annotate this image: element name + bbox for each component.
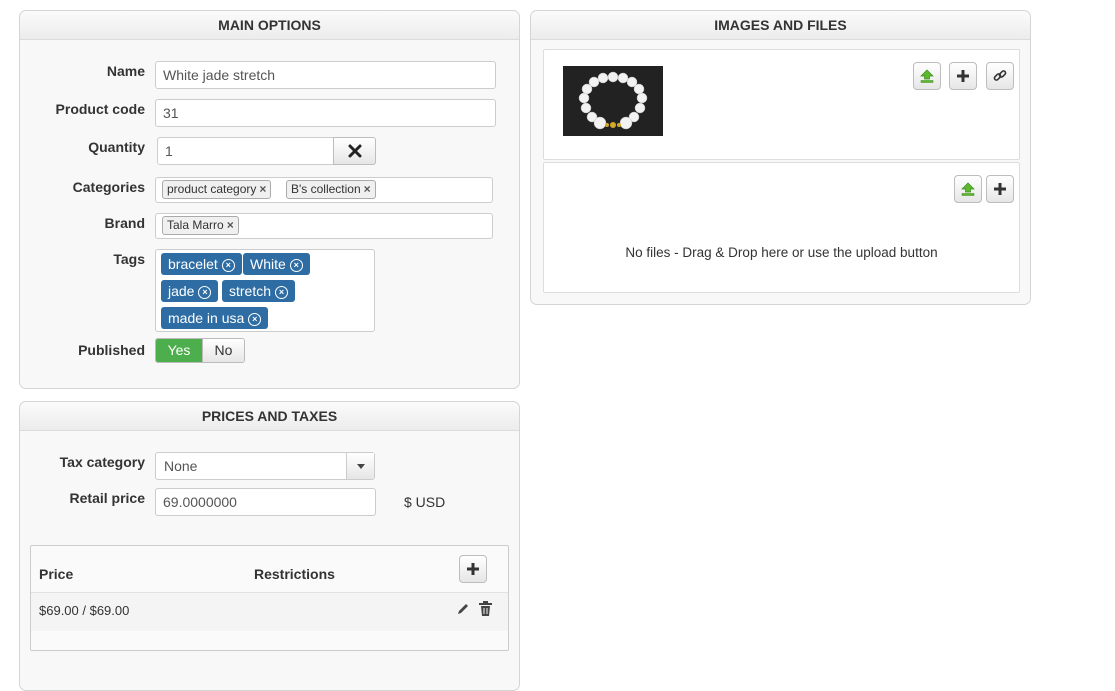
retail-price-label: Retail price	[69, 490, 145, 506]
quantity-field[interactable]: 1	[157, 137, 335, 165]
close-icon[interactable]: ×	[364, 182, 371, 196]
product-code-field[interactable]: 31	[155, 99, 496, 127]
price-column-header: Price	[39, 566, 74, 582]
close-icon	[348, 144, 361, 158]
category-chip-label: product category	[167, 182, 257, 196]
link-icon	[993, 70, 1007, 81]
tags-label: Tags	[113, 251, 145, 267]
plus-icon	[957, 70, 969, 82]
link-image-button[interactable]	[986, 62, 1014, 90]
tag-chip-label: bracelet	[168, 256, 218, 272]
pencil-icon[interactable]	[456, 602, 470, 616]
images-section	[543, 49, 1020, 160]
upload-image-button[interactable]	[913, 62, 941, 90]
brand-input[interactable]: Tala Marro ×	[155, 213, 493, 239]
plus-icon	[994, 183, 1006, 195]
upload-icon	[920, 69, 934, 83]
tag-chip-label: stretch	[229, 283, 272, 299]
brand-label: Brand	[104, 215, 145, 231]
table-row: $69.00 / $69.00	[31, 592, 508, 631]
close-icon[interactable]: ×	[198, 286, 212, 299]
close-icon[interactable]: ×	[227, 218, 234, 232]
category-chip: B's collection ×	[286, 180, 376, 199]
published-toggle[interactable]: Yes No	[155, 338, 245, 363]
tax-dropdown-toggle[interactable]	[346, 453, 374, 479]
published-label: Published	[78, 342, 145, 358]
tag-chip: White ×	[243, 253, 310, 275]
add-image-button[interactable]	[949, 62, 977, 90]
close-icon[interactable]: ×	[221, 259, 235, 272]
published-yes-button[interactable]: Yes	[156, 339, 202, 362]
files-section[interactable]: No files - Drag & Drop here or use the u…	[543, 162, 1020, 293]
price-cell: $69.00 / $69.00	[39, 603, 130, 618]
main-options-title: MAIN OPTIONS	[20, 11, 519, 40]
trash-icon[interactable]	[479, 601, 492, 616]
currency-label: $ USD	[404, 494, 446, 510]
quantity-label: Quantity	[88, 139, 145, 155]
price-table: Price Restrictions $69.00 / $69.00	[30, 545, 509, 651]
name-label: Name	[106, 63, 145, 79]
upload-icon	[961, 182, 975, 196]
tag-chip: jade ×	[161, 280, 219, 302]
add-price-button[interactable]	[459, 555, 487, 583]
tag-chip-label: jade	[168, 283, 195, 299]
category-chip-label: B's collection	[291, 182, 361, 196]
plus-icon	[467, 563, 479, 575]
add-file-button[interactable]	[986, 175, 1014, 203]
tag-chip: made in usa ×	[161, 307, 269, 329]
tag-chip-label: White	[250, 256, 286, 272]
close-icon[interactable]: ×	[275, 286, 289, 299]
category-chip: product category ×	[162, 180, 272, 199]
brand-chip-label: Tala Marro	[167, 218, 224, 232]
close-icon[interactable]: ×	[289, 259, 303, 272]
categories-input[interactable]: product category × B's collection ×	[155, 177, 493, 203]
bracelet-image	[563, 66, 663, 136]
caret-down-icon	[356, 463, 365, 469]
tag-chip: stretch ×	[222, 280, 296, 302]
tag-chip: bracelet ×	[161, 253, 242, 275]
product-image[interactable]	[563, 66, 663, 136]
tag-chip-label: made in usa	[168, 310, 245, 326]
tags-input[interactable]: bracelet × White × jade × stretch × made in …	[155, 249, 375, 332]
prices-taxes-title: PRICES AND TAXES	[20, 402, 519, 431]
no-files-message: No files - Drag & Drop here or use the u…	[625, 245, 938, 260]
name-field[interactable]: White jade stretch	[155, 61, 496, 89]
close-icon[interactable]: ×	[259, 182, 266, 196]
categories-label: Categories	[72, 179, 145, 195]
upload-file-button[interactable]	[954, 175, 982, 203]
restrictions-column-header: Restrictions	[254, 566, 335, 582]
close-icon[interactable]: ×	[248, 313, 262, 326]
retail-price-field[interactable]: 69.0000000	[155, 488, 376, 516]
tax-category-value: None	[164, 458, 198, 474]
clear-quantity-button[interactable]	[333, 137, 376, 165]
product-code-label: Product code	[55, 101, 145, 117]
tax-category-select[interactable]: None	[155, 452, 375, 480]
images-files-title: IMAGES AND FILES	[531, 11, 1030, 40]
tax-category-label: Tax category	[59, 454, 145, 470]
brand-chip: Tala Marro ×	[162, 216, 239, 235]
published-no-button[interactable]: No	[202, 339, 244, 362]
